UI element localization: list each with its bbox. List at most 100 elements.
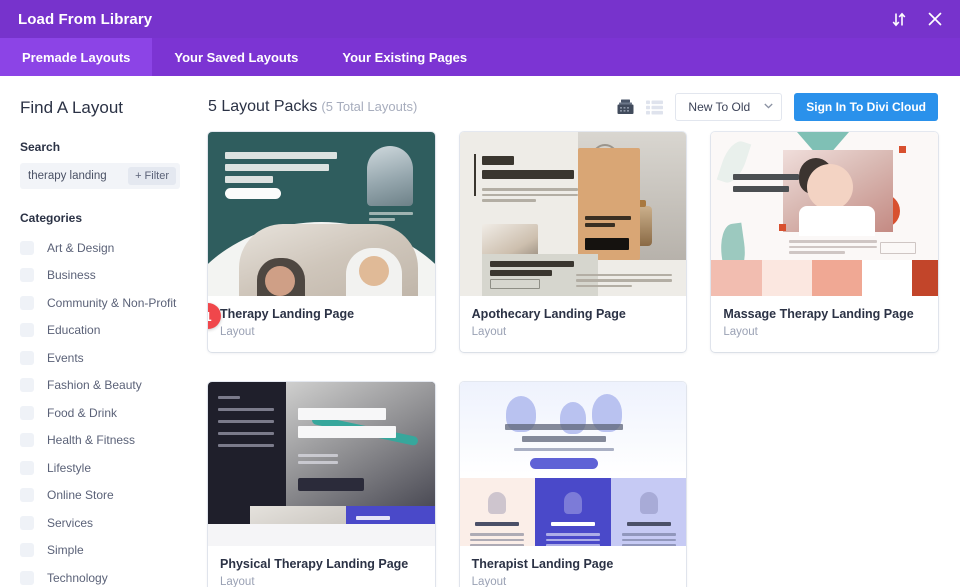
window-titlebar: Load From Library [0,0,960,38]
category-label: Technology [47,570,108,585]
sidebar: Find A Layout Search + Filter Categories… [0,76,200,587]
card-meta: Massage Therapy Landing Page Layout [711,296,938,352]
category-item-education[interactable]: Education [20,317,180,345]
card-thumbnail[interactable] [208,382,435,546]
card-title: Apothecary Landing Page [471,307,626,321]
category-label: Business [47,268,96,283]
category-item-food-drink[interactable]: Food & Drink [20,399,180,427]
card-meta: Therapy Landing Page Layout [208,296,435,352]
checkbox-icon[interactable] [20,460,34,475]
card-title: Massage Therapy Landing Page [723,307,914,321]
category-item-simple[interactable]: Simple [20,537,180,565]
card-title: Therapy Landing Page [220,307,355,321]
category-label: Fashion & Beauty [47,378,142,393]
card-title: Therapist Landing Page [471,557,614,571]
main-content: 5 Layout Packs (5 Total Layouts) New To … [200,76,960,587]
checkbox-icon[interactable] [20,488,34,503]
checkbox-icon[interactable] [20,543,34,558]
tab-your-existing-pages[interactable]: Your Existing Pages [320,38,489,76]
card-meta: Therapist Landing Page Layout [460,546,687,587]
dialog-body: Find A Layout Search + Filter Categories… [0,76,960,587]
thumbnail-art-massage [711,132,938,296]
category-item-services[interactable]: Services [20,509,180,537]
results-heading: 5 Layout Packs (5 Total Layouts) [208,98,417,116]
category-label: Food & Drink [47,405,118,420]
layout-card-physical-therapy-landing-page[interactable]: Physical Therapy Landing Page Layout [208,382,435,587]
card-subtitle: Layout [471,326,507,338]
category-item-technology[interactable]: Technology [20,564,180,587]
card-meta: Physical Therapy Landing Page Layout [208,546,435,587]
layout-card-therapy-landing-page[interactable]: 1 Therapy Landing Page Layout [208,132,435,352]
card-subtitle: Layout [220,576,255,587]
tab-your-saved-layouts[interactable]: Your Saved Layouts [152,38,320,76]
card-meta: Apothecary Landing Page Layout [460,296,687,352]
category-item-fashion-beauty[interactable]: Fashion & Beauty [20,372,180,400]
checkbox-icon[interactable] [20,323,34,338]
sort-value: New To Old [688,100,751,114]
category-item-events[interactable]: Events [20,344,180,372]
category-label: Education [47,323,101,338]
category-item-online-store[interactable]: Online Store [20,482,180,510]
category-item-lifestyle[interactable]: Lifestyle [20,454,180,482]
results-count: 5 Layout Packs [208,98,318,115]
list-view-icon[interactable] [646,100,664,115]
card-subtitle: Layout [220,326,255,338]
sidebar-heading: Find A Layout [20,98,124,117]
category-item-health-fitness[interactable]: Health & Fitness [20,427,180,455]
toolbar-controls: New To Old Sign In To Divi Cloud [617,93,938,121]
results-total: (5 Total Layouts) [321,99,418,114]
checkbox-icon[interactable] [20,295,34,310]
titlebar-actions [890,10,944,28]
checkbox-icon[interactable] [20,268,34,283]
layout-card-apothecary-landing-page[interactable]: Apothecary Landing Page Layout [459,132,687,352]
card-thumbnail[interactable] [711,132,938,296]
category-label: Lifestyle [47,460,92,475]
category-list: Art & Design Business Community & Non-Pr… [20,234,180,587]
card-subtitle: Layout [471,576,507,587]
chevron-down-icon [764,102,773,112]
results-toolbar: 5 Layout Packs (5 Total Layouts) New To … [208,76,938,132]
category-item-business[interactable]: Business [20,262,180,290]
layout-card-massage-therapy-landing-page[interactable]: Massage Therapy Landing Page Layout [711,132,938,352]
category-item-community-non-profit[interactable]: Community & Non-Profit [20,289,180,317]
checkbox-icon[interactable] [20,240,34,255]
close-icon[interactable] [926,10,944,28]
category-label: Services [47,515,94,530]
card-subtitle: Layout [723,326,758,338]
layout-card-therapist-landing-page[interactable]: Therapist Landing Page Layout [459,382,687,587]
card-thumbnail[interactable] [459,382,687,546]
checkbox-icon[interactable] [20,350,34,365]
category-label: Art & Design [47,240,115,255]
category-label: Community & Non-Profit [47,295,177,310]
tab-premade-layouts[interactable]: Premade Layouts [0,38,153,76]
card-thumbnail[interactable] [208,132,435,296]
search-label: Search [20,140,61,154]
card-title: Physical Therapy Landing Page [220,557,409,571]
category-label: Online Store [47,488,114,503]
sort-arrows-icon[interactable] [890,10,908,28]
checkbox-icon[interactable] [20,405,34,420]
filter-button[interactable]: + Filter [128,167,176,185]
category-item-art-design[interactable]: Art & Design [20,234,180,262]
sort-select[interactable]: New To Old [675,93,783,121]
card-thumbnail[interactable] [459,132,687,296]
thumbnail-art-therapy [208,132,435,296]
thumbnail-art-therapist [459,382,687,546]
checkbox-icon[interactable] [20,378,34,393]
search-box[interactable]: + Filter [20,163,180,189]
checkbox-icon[interactable] [20,570,34,585]
tabbar: Premade Layouts Your Saved Layouts Your … [0,38,960,76]
grid-pack-view-icon[interactable] [617,99,634,115]
category-label: Health & Fitness [47,433,136,448]
sign-in-divi-cloud-button[interactable]: Sign In To Divi Cloud [794,93,938,121]
checkbox-icon[interactable] [20,433,34,448]
layout-pack-grid: 1 Therapy Landing Page Layout [208,132,938,587]
search-input[interactable] [28,170,129,182]
checkbox-icon[interactable] [20,515,34,530]
thumbnail-art-physical-therapy [208,382,435,546]
category-label: Simple [47,543,84,558]
thumbnail-art-apothecary [459,132,687,296]
window-title: Load From Library [18,10,153,28]
category-label: Events [47,350,84,365]
categories-label: Categories [20,211,83,225]
